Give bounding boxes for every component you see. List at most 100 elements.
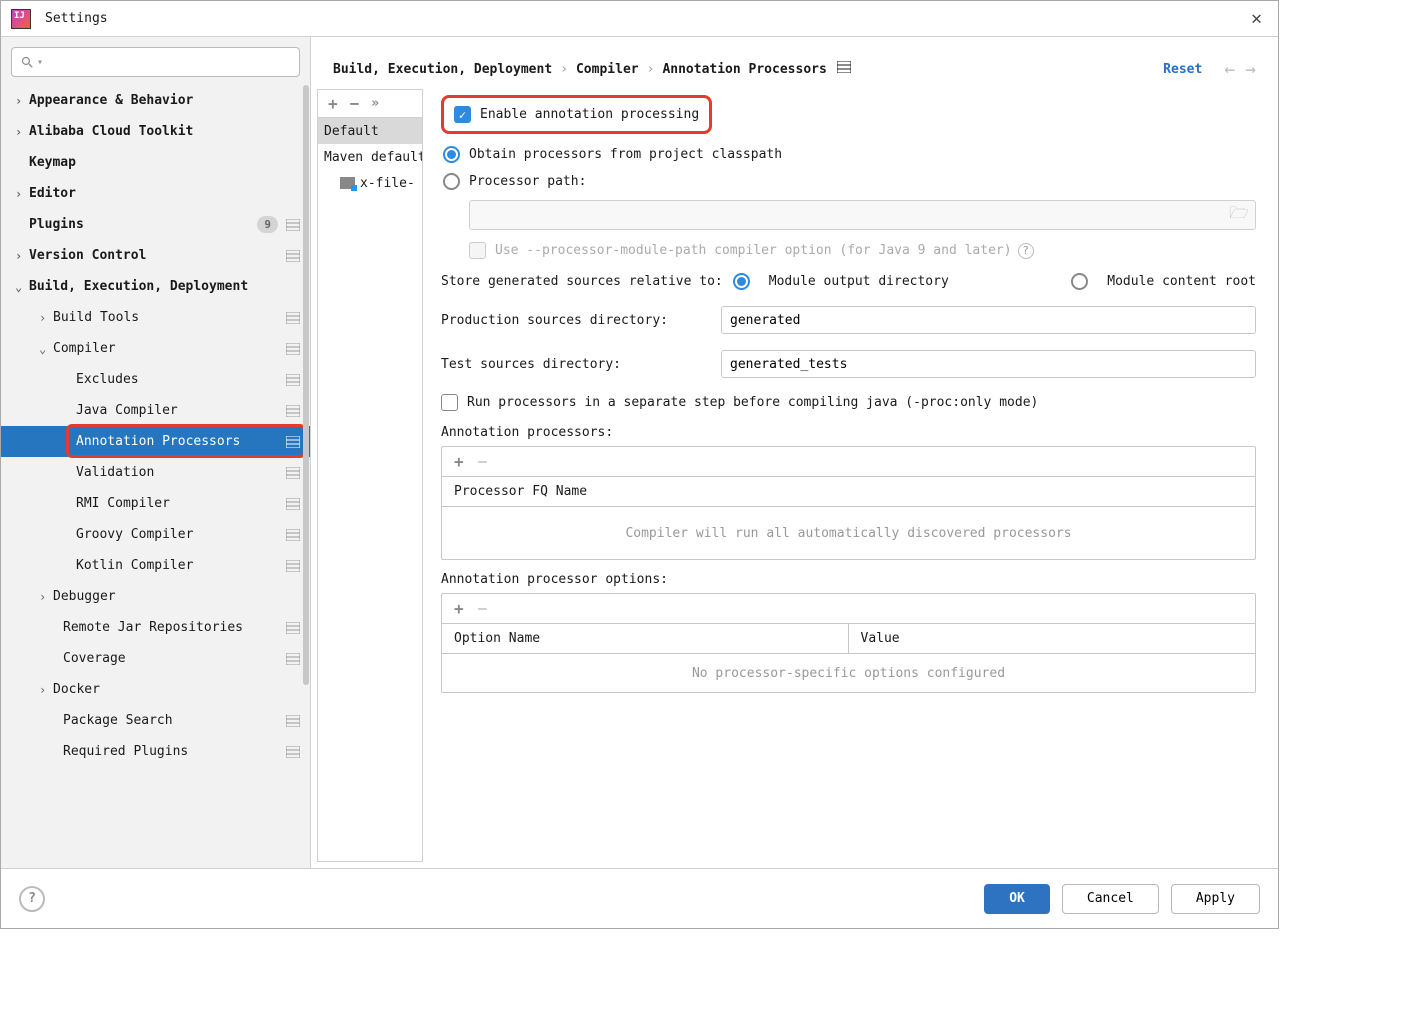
prod-dir-label: Production sources directory:: [441, 313, 721, 328]
sidebar-item-package-search[interactable]: Package Search: [1, 705, 310, 736]
sidebar-item-debugger[interactable]: ›Debugger: [1, 581, 310, 612]
option-name-header: Option Name: [454, 624, 849, 653]
add-profile-icon[interactable]: +: [328, 94, 338, 113]
sidebar-item-vcs[interactable]: ›Version Control: [1, 240, 310, 271]
module-path-checkbox: [469, 242, 486, 259]
sidebar-item-rmi[interactable]: RMI Compiler: [1, 488, 310, 519]
sidebar-item-build[interactable]: ⌄Build, Execution, Deployment: [1, 271, 310, 302]
sidebar-item-annotation-processors[interactable]: Annotation Processors: [1, 426, 310, 457]
processor-path-radio[interactable]: [443, 173, 460, 190]
add-processor-icon[interactable]: +: [454, 452, 464, 471]
search-icon: [20, 55, 35, 70]
module-content-label: Module content root: [1107, 274, 1256, 289]
remove-processor-icon[interactable]: −: [478, 452, 488, 471]
breadcrumb: Build, Execution, Deployment› Compiler› …: [333, 61, 851, 77]
add-option-icon[interactable]: +: [454, 599, 464, 618]
chevron-down-icon: ▾: [37, 57, 43, 68]
store-relative-label: Store generated sources relative to:: [441, 274, 723, 289]
project-config-icon: [286, 560, 300, 572]
help-icon[interactable]: ?: [1018, 243, 1034, 259]
run-separate-label: Run processors in a separate step before…: [467, 395, 1038, 410]
sidebar-item-java-compiler[interactable]: Java Compiler: [1, 395, 310, 426]
sidebar-item-keymap[interactable]: Keymap: [1, 147, 310, 178]
ann-processors-label: Annotation processors:: [441, 425, 1256, 440]
app-icon: [11, 9, 31, 29]
sidebar-item-build-tools[interactable]: ›Build Tools: [1, 302, 310, 333]
close-icon[interactable]: ✕: [1245, 8, 1268, 29]
module-content-radio[interactable]: [1071, 273, 1088, 290]
project-config-icon: [286, 653, 300, 665]
sidebar-item-coverage[interactable]: Coverage: [1, 643, 310, 674]
sidebar-item-validation[interactable]: Validation: [1, 457, 310, 488]
window-title: Settings: [45, 11, 108, 26]
enable-annotation-label: Enable annotation processing: [480, 107, 699, 122]
sidebar-item-compiler[interactable]: ⌄Compiler: [1, 333, 310, 364]
options-placeholder: No processor-specific options configured: [442, 654, 1255, 692]
content-header: Build, Execution, Deployment› Compiler› …: [311, 37, 1278, 89]
project-config-icon: [286, 622, 300, 634]
run-separate-checkbox[interactable]: [441, 394, 458, 411]
sidebar-item-appearance[interactable]: ›Appearance & Behavior: [1, 85, 310, 116]
project-config-icon: [286, 374, 300, 386]
profile-maven[interactable]: Maven default: [318, 144, 422, 170]
remove-profile-icon[interactable]: −: [350, 94, 360, 113]
project-config-icon: [286, 467, 300, 479]
sidebar-item-kotlin[interactable]: Kotlin Compiler: [1, 550, 310, 581]
options-table: + − Option Name Value No processor-speci…: [441, 593, 1256, 693]
project-config-icon: [286, 529, 300, 541]
settings-sidebar: ▾ ›Appearance & Behavior ›Alibaba Cloud …: [1, 37, 311, 868]
footer: ? OK Cancel Apply: [1, 868, 1278, 928]
sidebar-item-excludes[interactable]: Excludes: [1, 364, 310, 395]
enable-annotation-checkbox[interactable]: [454, 106, 471, 123]
module-output-radio[interactable]: [733, 273, 750, 290]
help-button[interactable]: ?: [19, 886, 45, 912]
project-config-icon: [286, 715, 300, 727]
project-config-icon: [286, 312, 300, 324]
remove-option-icon[interactable]: −: [478, 599, 488, 618]
sidebar-item-editor[interactable]: ›Editor: [1, 178, 310, 209]
processor-path-input[interactable]: 🗁: [469, 200, 1256, 230]
processors-placeholder: Compiler will run all automatically disc…: [442, 507, 1255, 559]
ok-button[interactable]: OK: [984, 884, 1050, 914]
module-icon: [340, 177, 355, 189]
sidebar-scrollbar[interactable]: [300, 85, 310, 862]
project-config-icon: [286, 436, 300, 448]
sidebar-item-plugins[interactable]: Plugins9: [1, 209, 310, 240]
obtain-classpath-radio[interactable]: [443, 146, 460, 163]
cancel-button[interactable]: Cancel: [1062, 884, 1159, 914]
processors-table: + − Processor FQ Name Compiler will run …: [441, 446, 1256, 560]
settings-tree: ›Appearance & Behavior ›Alibaba Cloud To…: [1, 85, 310, 868]
sidebar-item-alibaba[interactable]: ›Alibaba Cloud Toolkit: [1, 116, 310, 147]
test-dir-input[interactable]: [721, 350, 1256, 378]
project-config-icon: [286, 746, 300, 758]
reset-link[interactable]: Reset: [1163, 62, 1202, 77]
project-config-icon: [837, 61, 851, 77]
project-config-icon: [286, 498, 300, 510]
sidebar-item-remote-jar[interactable]: Remote Jar Repositories: [1, 612, 310, 643]
project-config-icon: [286, 250, 300, 262]
processor-path-label: Processor path:: [469, 174, 586, 189]
titlebar: Settings ✕: [1, 1, 1278, 37]
more-icon[interactable]: »: [371, 96, 379, 111]
back-icon[interactable]: ←: [1224, 59, 1235, 80]
module-output-label: Module output directory: [769, 274, 949, 289]
plugins-badge: 9: [257, 216, 278, 233]
details-panel: Enable annotation processing Obtain proc…: [423, 89, 1256, 868]
project-config-icon: [286, 219, 300, 231]
apply-button[interactable]: Apply: [1171, 884, 1260, 914]
fq-name-header: Processor FQ Name: [454, 484, 587, 499]
sidebar-item-required-plugins[interactable]: Required Plugins: [1, 736, 310, 767]
profiles-panel: + − » Default Maven default x-file-: [317, 89, 423, 862]
sidebar-item-docker[interactable]: ›Docker: [1, 674, 310, 705]
prod-dir-input[interactable]: [721, 306, 1256, 334]
test-dir-label: Test sources directory:: [441, 357, 721, 372]
obtain-classpath-label: Obtain processors from project classpath: [469, 147, 782, 162]
search-input[interactable]: ▾: [11, 47, 300, 77]
forward-icon[interactable]: →: [1245, 59, 1256, 80]
sidebar-item-groovy[interactable]: Groovy Compiler: [1, 519, 310, 550]
browse-icon[interactable]: 🗁: [1229, 202, 1249, 229]
project-config-icon: [286, 405, 300, 417]
profile-xfile[interactable]: x-file-: [318, 170, 422, 196]
project-config-icon: [286, 343, 300, 355]
profile-default[interactable]: Default: [318, 118, 422, 144]
